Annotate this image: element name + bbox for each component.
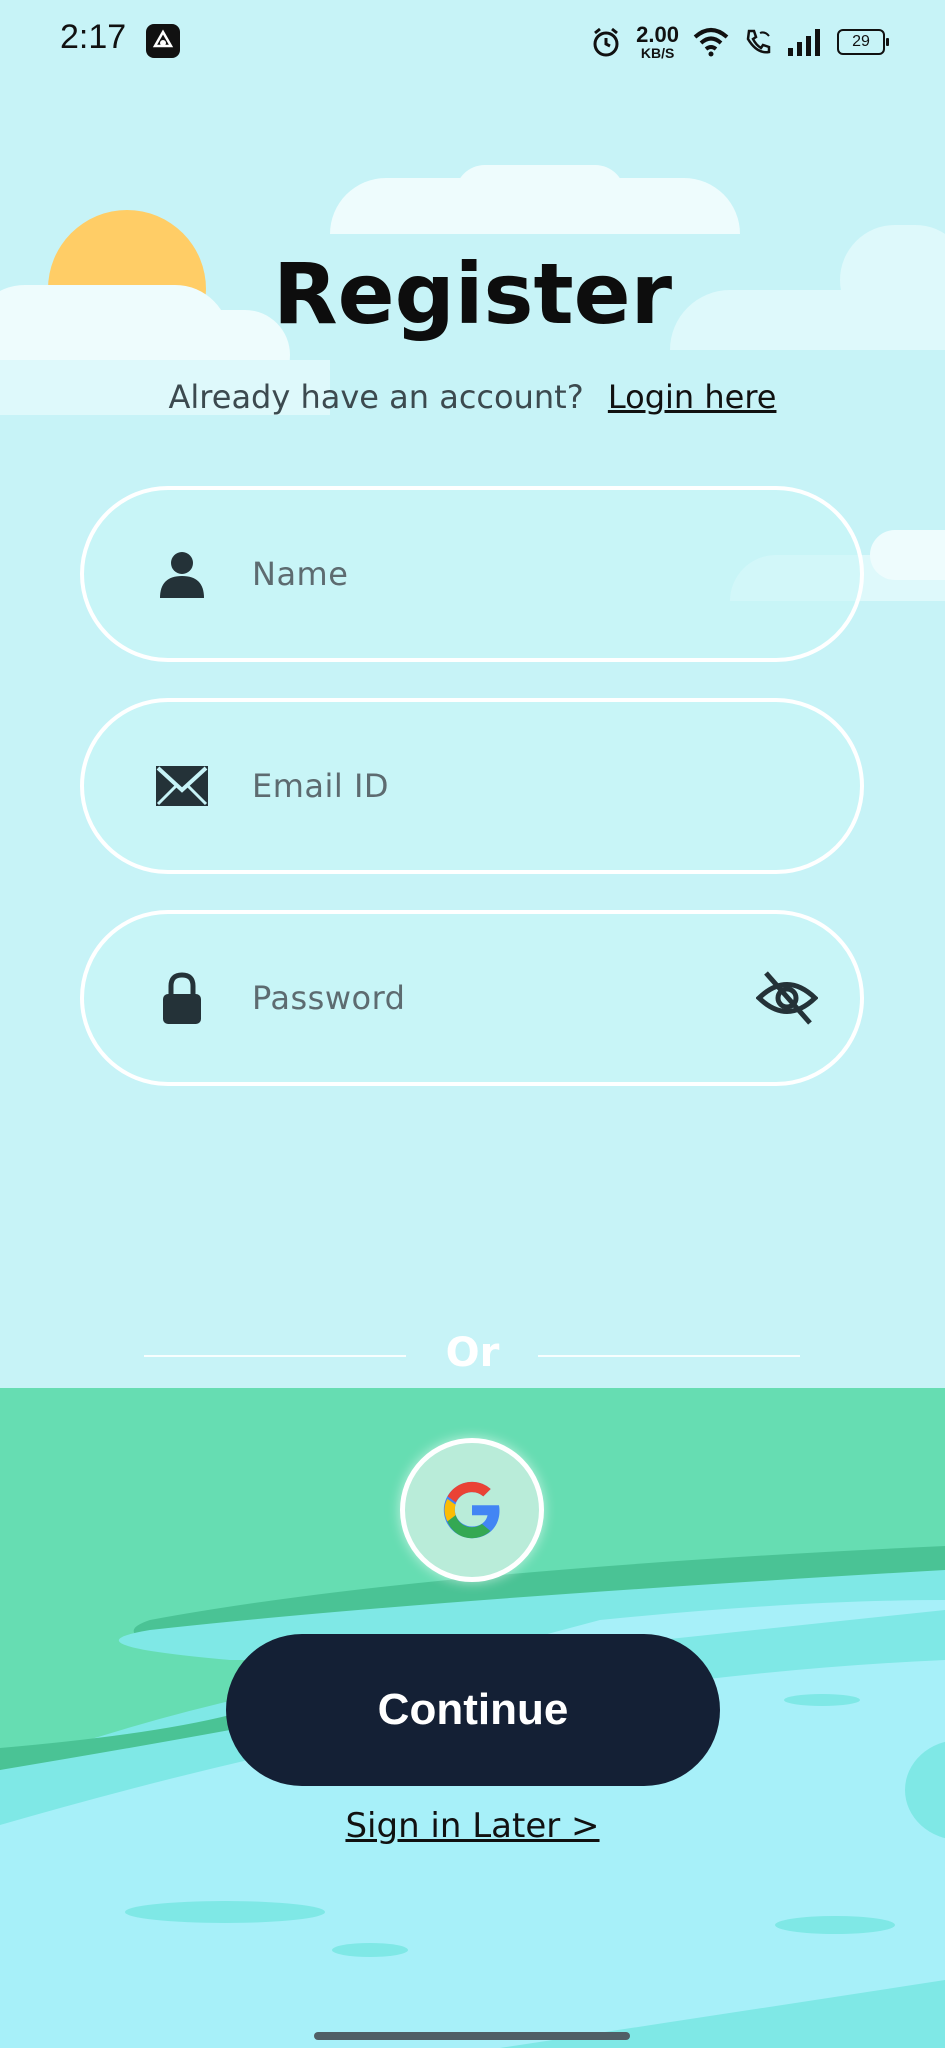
google-icon	[443, 1481, 500, 1539]
home-indicator[interactable]	[314, 2032, 630, 2040]
lake-decoration	[0, 1546, 945, 2048]
envelope-icon	[156, 766, 208, 806]
continue-button[interactable]: Continue	[226, 1634, 720, 1786]
or-label: Or	[445, 1330, 500, 1376]
email-field[interactable]: Email ID	[80, 698, 864, 874]
lock-icon	[163, 972, 201, 1024]
login-link[interactable]: Login here	[608, 378, 777, 416]
sign-in-later-link[interactable]: Sign in Later >	[0, 1806, 945, 1846]
cloud-decoration	[870, 530, 945, 580]
name-field[interactable]: Name	[80, 486, 864, 662]
password-input[interactable]: Password	[252, 979, 405, 1017]
email-input[interactable]: Email ID	[252, 767, 389, 805]
password-field[interactable]: Password	[80, 910, 864, 1086]
name-input[interactable]: Name	[252, 555, 348, 593]
login-prompt: Already have an account? Login here	[0, 378, 945, 416]
or-divider: Or	[0, 1330, 945, 1380]
page-title: Register	[272, 245, 673, 343]
user-icon	[160, 552, 204, 598]
login-prompt-text: Already have an account?	[168, 378, 584, 416]
hide-password-icon[interactable]	[756, 967, 818, 1029]
google-sign-in-button[interactable]	[400, 1438, 544, 1582]
cloud-decoration	[455, 165, 625, 225]
